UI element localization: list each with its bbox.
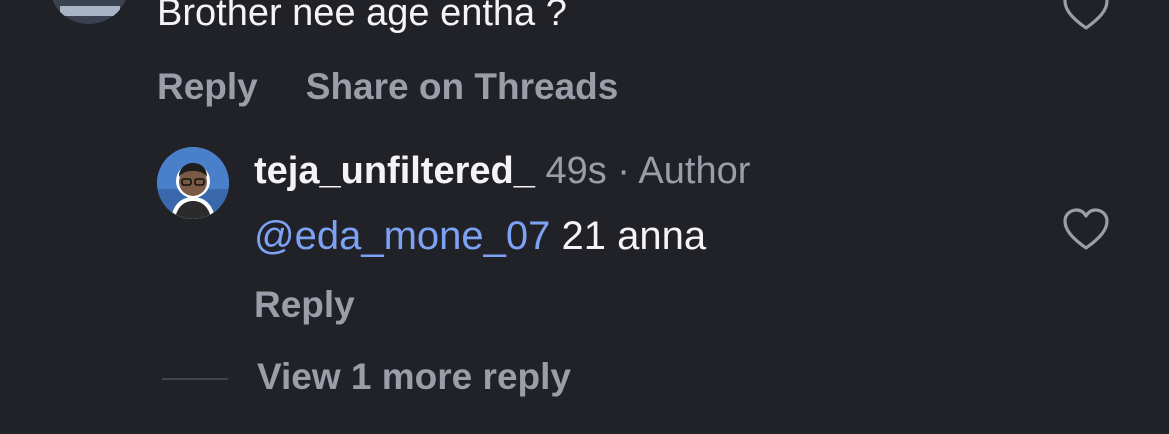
meta-separator: · [617, 150, 630, 192]
view-more-replies-button[interactable]: View 1 more reply [257, 356, 571, 398]
parent-like-heart-icon[interactable] [1062, 0, 1110, 32]
share-on-threads-button[interactable]: Share on Threads [306, 66, 619, 107]
author-badge: Author [638, 150, 751, 192]
reply-header: teja_unfiltered_ 49s · Author [254, 150, 750, 193]
parent-reply-button[interactable]: Reply [157, 66, 258, 107]
reply-avatar[interactable] [157, 147, 229, 219]
avatar-detail [60, 6, 120, 16]
mention-link[interactable]: @eda_mone_07 [254, 214, 550, 258]
parent-avatar[interactable] [50, 0, 128, 24]
comments-thread: Brother nee age entha ? Reply Share on Th… [0, 0, 1169, 434]
parent-comment-actions: Reply Share on Threads [157, 66, 666, 108]
thread-divider-line [162, 378, 228, 380]
reply-comment-text: @eda_mone_07 21 anna [254, 214, 706, 259]
reply-username[interactable]: teja_unfiltered_ [254, 150, 535, 192]
parent-comment-text: Brother nee age entha ? [157, 0, 567, 34]
reply-reply-button[interactable]: Reply [254, 284, 355, 326]
reply-like-heart-icon[interactable] [1062, 208, 1110, 252]
reply-body: 21 anna [561, 214, 707, 258]
reply-timestamp: 49s [545, 150, 607, 192]
